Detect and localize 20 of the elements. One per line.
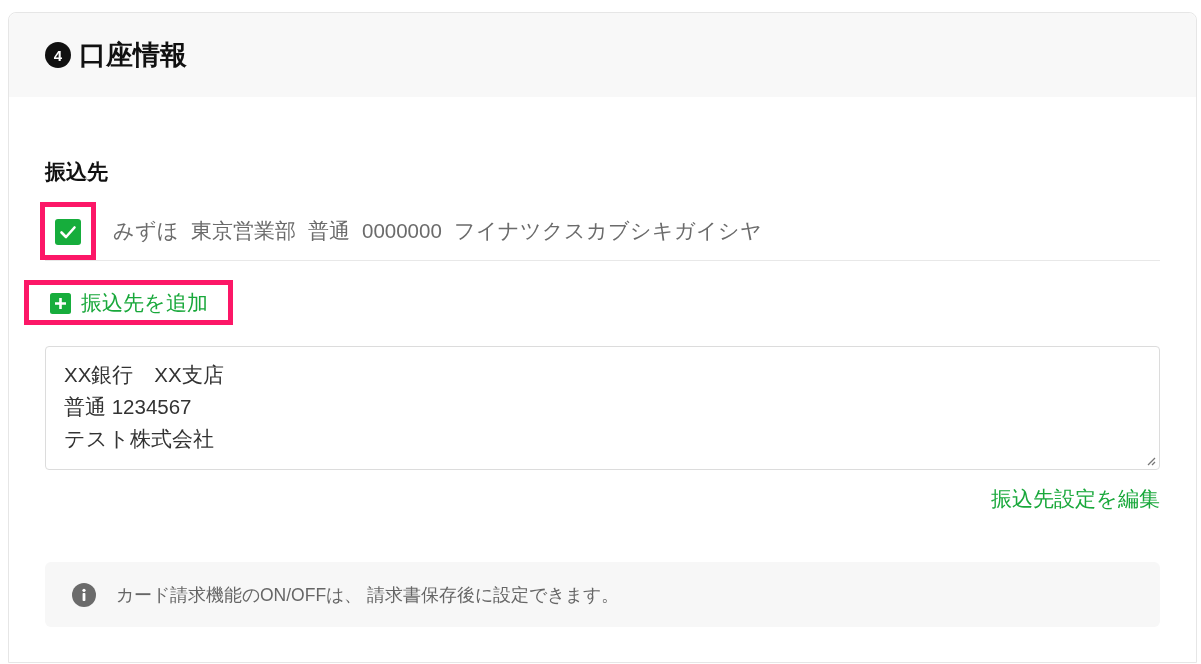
textarea-line: テスト株式会社 xyxy=(64,426,214,452)
field-label: 振込先 xyxy=(45,159,108,185)
section-title: 口座情報 xyxy=(79,39,187,72)
plus-icon xyxy=(50,292,71,314)
account-number: 0000000 xyxy=(362,217,442,244)
bank-name: みずほ xyxy=(113,217,179,244)
account-holder: フイナツクスカブシキガイシヤ xyxy=(453,217,762,244)
account-row[interactable]: みずほ 東京営業部 普通 0000000 フイナツクスカブシキガイシヤ xyxy=(45,201,1160,261)
add-payee-button[interactable]: 振込先を追加 xyxy=(50,286,208,320)
textarea-line: XX銀行 XX支店 xyxy=(64,362,224,388)
account-type: 普通 xyxy=(308,217,350,244)
checkbox[interactable] xyxy=(55,218,81,245)
info-icon xyxy=(72,582,96,607)
notice-text: カード請求機能のON/OFFは、 請求書保存後に設定できます。 xyxy=(116,583,619,606)
step-number: 4 xyxy=(45,42,71,68)
edit-link[interactable]: 振込先設定を編集 xyxy=(991,486,1160,512)
resize-handle-icon[interactable] xyxy=(1147,457,1156,466)
textarea-field[interactable]: XX銀行 XX支店 普通 1234567 テスト株式会社 xyxy=(45,346,1160,470)
branch-name: 東京営業部 xyxy=(191,217,296,244)
textarea-line: 普通 1234567 xyxy=(64,394,192,420)
